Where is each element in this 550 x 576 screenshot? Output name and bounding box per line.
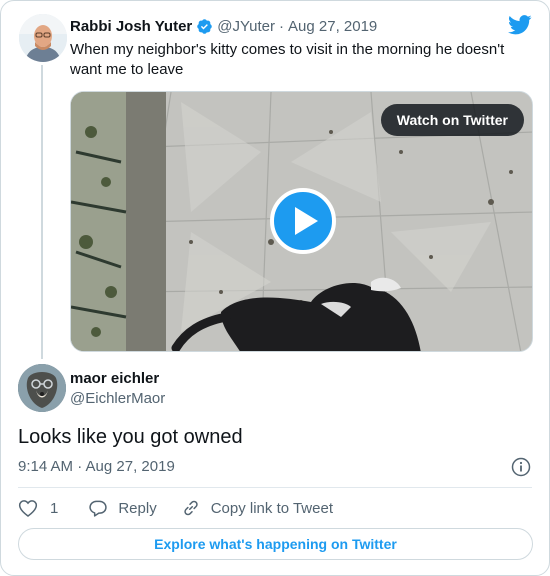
heart-icon [18,500,38,517]
watch-on-twitter-button[interactable]: Watch on Twitter [380,104,524,136]
header-separator: · [279,17,285,35]
parent-author-name[interactable]: Rabbi Josh Yuter [70,18,192,35]
embedded-tweet-card: Rabbi Josh Yuter @JYuter · Aug 27, 2019 … [0,0,550,576]
reply-button[interactable]: Reply [88,498,157,518]
copy-link-label: Copy link to Tweet [210,499,333,517]
parent-tweet-date[interactable]: Aug 27, 2019 [288,18,377,35]
copy-link-button[interactable]: Copy link to Tweet [181,498,333,518]
reply-bubble-icon [89,500,108,517]
info-icon[interactable] [511,457,531,477]
reply-author-name[interactable]: maor eichler [70,370,159,387]
reply-author-handle[interactable]: @EichlerMaor [70,390,165,407]
thread-connector-line [41,65,43,359]
verified-badge-icon [197,18,213,34]
twitter-bird-icon[interactable] [508,15,532,35]
parent-author-avatar[interactable] [19,14,67,62]
parent-author-handle[interactable]: @JYuter [217,18,275,35]
parent-tweet-header: Rabbi Josh Yuter @JYuter · Aug 27, 2019 [70,16,377,36]
parent-tweet-text: When my neighbor's kitty comes to visit … [70,41,505,78]
reply-author-avatar[interactable] [18,364,66,412]
link-icon [184,500,198,516]
action-divider [18,487,532,488]
like-count: 1 [50,499,59,517]
reply-tweet-text: Looks like you got owned [18,426,243,448]
like-button[interactable]: 1 [18,498,58,518]
reply-timestamp[interactable]: 9:14 AM · Aug 27, 2019 [18,458,175,475]
tweet-video-thumbnail[interactable]: Watch on Twitter [70,91,533,352]
explore-twitter-button[interactable]: Explore what's happening on Twitter [18,528,533,560]
play-icon[interactable] [270,188,336,254]
reply-label: Reply [118,499,157,517]
tweet-actions-bar: 1 Reply Copy link to Tweet [18,497,333,519]
